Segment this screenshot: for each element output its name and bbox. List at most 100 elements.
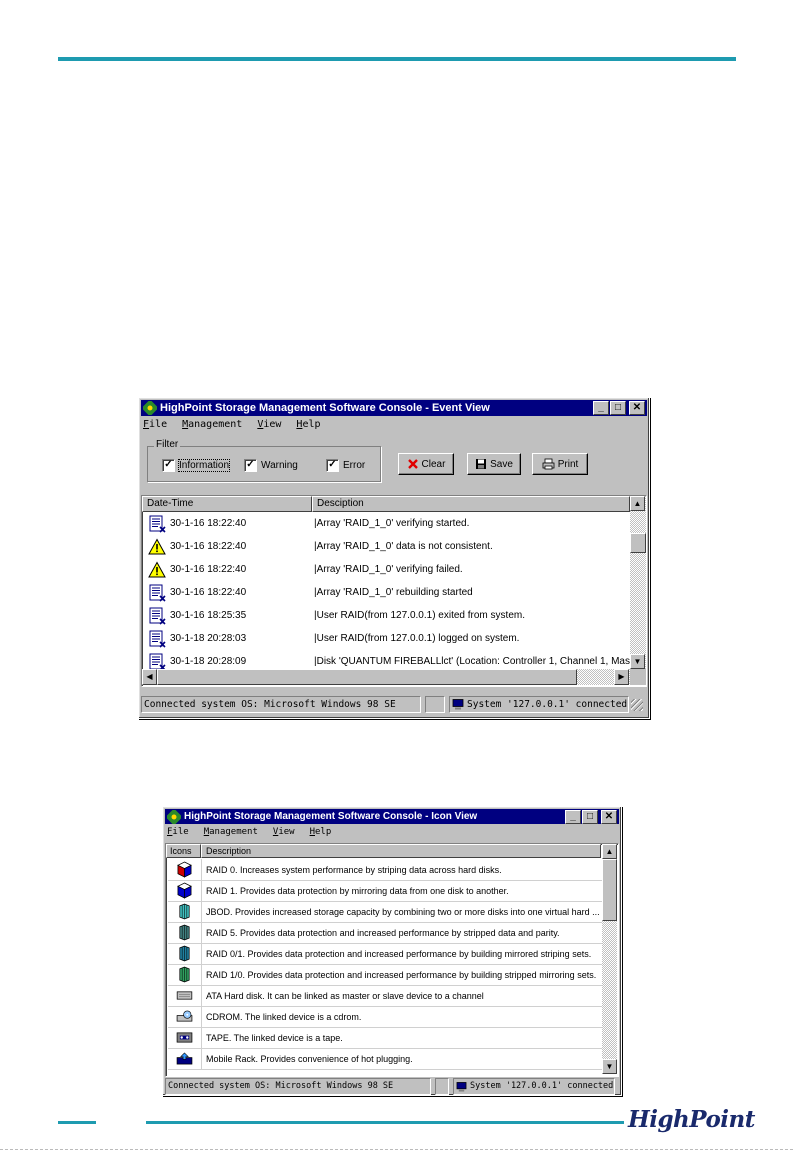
icon-description: CDROM. The linked device is a cdrom. [206,1011,362,1022]
scroll-left-button[interactable]: ◀ [142,669,157,685]
event-datetime: 30-1-16 18:22:40 [170,587,247,598]
event-datetime: 30-1-18 20:28:09 [170,656,247,667]
clear-label: Clear [421,458,446,470]
raid10-icon [168,964,202,985]
event-row[interactable]: 30-1-16 18:22:40 |Array 'RAID_1_0' verify… [144,512,469,535]
event-row[interactable]: 30-1-18 20:28:03 |User RAID(from 127.0.0.… [144,627,519,650]
icon-row[interactable]: RAID 5. Provides data protection and inc… [168,922,602,944]
cdrom-icon [168,1006,202,1027]
icon-row[interactable]: Mobile Rack. Provides convenience of hot… [168,1048,602,1070]
scroll-thumb[interactable] [602,859,617,921]
vertical-scrollbar[interactable]: ▲ ▼ [602,844,617,1074]
save-button[interactable]: Save [467,453,521,475]
menu-file[interactable]: File [167,827,189,837]
status-connection-pane: System '127.0.0.1' connected [453,1078,615,1095]
menu-management[interactable]: Management [204,827,258,837]
maximize-button[interactable]: □ [610,401,626,415]
resize-grip[interactable] [631,699,643,711]
icon-description: Mobile Rack. Provides convenience of hot… [206,1053,413,1064]
info-icon [148,584,166,602]
event-row[interactable]: 30-1-16 18:22:40 |Array 'RAID_1_0' verify… [144,558,463,581]
warning-icon [148,560,166,579]
footer-rule-right [146,1121,624,1124]
information-checkbox[interactable]: ✓ Information [162,459,231,472]
column-header-datetime[interactable]: Date-Time [142,496,312,512]
horizontal-scrollbar[interactable]: ◀ ▶ [142,669,630,685]
save-icon [476,459,487,469]
icon-view-titlebar[interactable]: HighPoint Storage Management Software Co… [165,809,619,824]
scroll-right-button[interactable]: ▶ [614,669,629,685]
menu-help[interactable]: Help [310,827,332,837]
minimize-icon: _ [598,402,604,413]
window-title: HighPoint Storage Management Software Co… [160,402,490,414]
event-row[interactable]: 30-1-16 18:22:40 |Array 'RAID_1_0' data i… [144,535,493,558]
scroll-down-button[interactable]: ▼ [602,1059,617,1074]
menu-help[interactable]: Help [296,419,320,430]
filter-group: Filter ✓ Information ✓ Warning ✓ Error [147,439,381,482]
event-row[interactable]: 30-1-16 18:22:40 |Array 'RAID_1_0' rebuil… [144,581,473,604]
error-checkbox[interactable]: ✓ Error [326,459,365,472]
column-header-icons[interactable]: Icons [166,844,201,858]
close-button[interactable]: ✕ [629,401,645,415]
close-button[interactable]: ✕ [601,809,617,824]
icon-row[interactable]: RAID 0/1. Provides data protection and i… [168,943,602,965]
minimize-button[interactable]: _ [565,809,581,824]
vertical-scrollbar[interactable]: ▲ ▼ [630,496,646,669]
hard-disk-icon [168,985,202,1006]
icon-row[interactable]: JBOD. Provides increased storage capacit… [168,901,602,923]
event-description: |Array 'RAID_1_0' verifying started. [314,518,470,529]
column-header-description[interactable]: Description [201,844,601,858]
minimize-button[interactable]: _ [593,401,609,415]
column-header-description[interactable]: Desciption [312,496,630,512]
window-title: HighPoint Storage Management Software Co… [184,811,478,822]
app-icon [167,809,181,824]
menu-bar: File Management View Help [167,827,346,837]
footer-rule-left [58,1121,96,1124]
scroll-thumb[interactable] [630,533,646,553]
maximize-button[interactable]: □ [582,809,598,824]
icon-description: ATA Hard disk. It can be linked as maste… [206,990,484,1001]
info-icon [148,653,166,671]
raid0-icon [168,859,202,880]
filter-legend: Filter [154,439,181,450]
icon-row[interactable]: ATA Hard disk. It can be linked as maste… [168,985,602,1007]
scroll-down-button[interactable]: ▼ [630,654,645,669]
icon-description: RAID 0/1. Provides data protection and i… [206,948,592,959]
h-scroll-thumb[interactable] [157,669,577,685]
icon-description: RAID 5. Provides data protection and inc… [206,927,560,938]
scroll-up-button[interactable]: ▲ [630,496,645,511]
icon-row[interactable]: TAPE. The linked device is a tape. [168,1027,602,1049]
event-list[interactable]: Date-Time Desciption 30-1-16 18:22:40 |Ar… [141,495,647,687]
minimize-icon: _ [570,810,576,822]
menu-management[interactable]: Management [182,419,242,430]
info-icon [148,607,166,625]
icon-description: RAID 1. Provides data protection by mirr… [206,885,509,896]
close-icon: ✕ [632,402,642,413]
computer-icon [456,1081,467,1092]
icon-row[interactable]: RAID 0. Increases system performance by … [168,859,602,881]
icon-view-window: HighPoint Storage Management Software Co… [162,806,622,1096]
warning-checkbox[interactable]: ✓ Warning [244,459,298,472]
app-icon [143,401,157,415]
event-datetime: 30-1-16 18:22:40 [170,518,247,529]
warning-icon [148,537,166,556]
event-view-titlebar[interactable]: HighPoint Storage Management Software Co… [141,400,647,416]
print-label: Print [557,458,579,470]
clear-button[interactable]: Clear [398,453,454,475]
menu-file[interactable]: File [143,419,167,430]
icon-row[interactable]: CDROM. The linked device is a cdrom. [168,1006,602,1028]
menu-view[interactable]: View [257,419,281,430]
event-row[interactable]: 30-1-16 18:25:35 |User RAID(from 127.0.0.… [144,604,525,627]
print-button[interactable]: Print [532,453,588,475]
icon-list[interactable]: Icons Description RAID 0. Increases syst… [165,843,619,1077]
scroll-up-button[interactable]: ▲ [602,844,617,859]
event-description: |User RAID(from 127.0.0.1) logged on sys… [314,633,520,644]
icon-row[interactable]: RAID 1. Provides data protection by mirr… [168,880,602,902]
jbod-icon [168,901,202,922]
status-blank [435,1078,449,1095]
icon-description: RAID 1/0. Provides data protection and i… [206,969,597,980]
menu-view[interactable]: View [273,827,295,837]
icon-row[interactable]: RAID 1/0. Provides data protection and i… [168,964,602,986]
event-view-window: HighPoint Storage Management Software Co… [138,397,650,719]
page-edge [0,1149,793,1150]
